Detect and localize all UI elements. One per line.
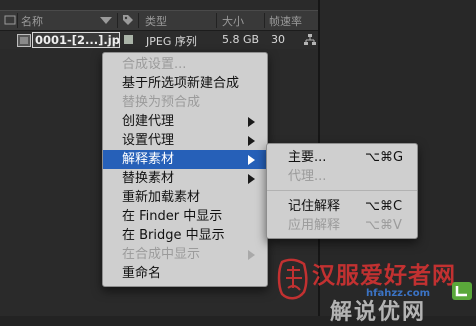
- footage-row[interactable]: 0001-[2...].jpg JPEG 序列 5.8 GB 30: [0, 31, 318, 49]
- menu-item-rename[interactable]: 重命名: [103, 264, 267, 283]
- menu-item-reload-footage[interactable]: 重新加载素材: [103, 188, 267, 207]
- menu-item-label: 在 Finder 中显示: [122, 209, 223, 224]
- submenu-arrow-icon: [248, 136, 255, 146]
- shortcut-label: ⌥⌘C: [365, 199, 403, 214]
- column-header-bar: 名称 类型 大小 帧速率: [0, 10, 318, 31]
- submenu-item-label: 应用解释: [288, 218, 341, 233]
- column-name-header[interactable]: 名称: [21, 13, 43, 29]
- column-separator: [117, 13, 118, 28]
- footage-fps: 30: [271, 33, 285, 46]
- menu-item-label: 重命名: [122, 266, 162, 281]
- label-column-icon[interactable]: [4, 15, 16, 25]
- context-menu: 合成设置... 基于所选项新建合成 替换为预合成 创建代理 设置代理 解释素材 …: [102, 52, 268, 287]
- menu-item-pre-compose[interactable]: 替换为预合成: [103, 93, 267, 112]
- submenu-item-main[interactable]: 主要... ⌥⌘G: [267, 148, 417, 167]
- menu-item-label: 替换为预合成: [122, 95, 201, 110]
- submenu-item-label: 记住解释: [288, 199, 341, 214]
- menu-item-label: 解释素材: [122, 152, 175, 167]
- submenu-item-label: 主要...: [288, 150, 327, 165]
- menu-item-set-proxy[interactable]: 设置代理: [103, 131, 267, 150]
- menu-item-create-proxy[interactable]: 创建代理: [103, 112, 267, 131]
- watermark-badge-icon: [452, 282, 472, 300]
- footage-name[interactable]: 0001-[2...].jpg: [32, 32, 120, 48]
- menu-divider: [267, 190, 417, 191]
- menu-item-label: 在 Bridge 中显示: [122, 228, 225, 243]
- menu-item-reveal-in-finder[interactable]: 在 Finder 中显示: [103, 207, 267, 226]
- menu-item-interpret-footage[interactable]: 解释素材: [103, 150, 267, 169]
- column-separator: [264, 13, 265, 28]
- menu-item-new-comp-from-selection[interactable]: 基于所选项新建合成: [103, 74, 267, 93]
- footage-type: JPEG 序列: [146, 35, 197, 48]
- menu-item-replace-footage[interactable]: 替换素材: [103, 169, 267, 188]
- menu-item-reveal-in-bridge[interactable]: 在 Bridge 中显示: [103, 226, 267, 245]
- watermark-url: hfahzz.com: [366, 288, 430, 299]
- menu-item-composition-settings[interactable]: 合成设置...: [103, 55, 267, 74]
- submenu-item-apply-interpretation[interactable]: 应用解释 ⌥⌘V: [267, 216, 417, 235]
- menu-item-label: 基于所选项新建合成: [122, 76, 240, 91]
- submenu-arrow-icon: [248, 117, 255, 127]
- column-fps-header[interactable]: 帧速率: [269, 13, 302, 29]
- shortcut-label: ⌥⌘V: [365, 218, 402, 233]
- column-separator: [216, 13, 217, 28]
- column-separator: [138, 13, 139, 28]
- submenu-item-proxy[interactable]: 代理...: [267, 167, 417, 186]
- submenu-arrow-icon: [248, 155, 255, 165]
- column-type-header[interactable]: 类型: [145, 13, 167, 29]
- menu-item-label: 合成设置...: [122, 57, 187, 72]
- submenu-item-remember-interpretation[interactable]: 记住解释 ⌥⌘C: [267, 197, 417, 216]
- label-color-swatch[interactable]: [124, 35, 133, 44]
- submenu-arrow-icon: [248, 250, 255, 260]
- footage-size: 5.8 GB: [222, 33, 260, 46]
- column-size-header[interactable]: 大小: [222, 13, 244, 29]
- interpret-footage-submenu: 主要... ⌥⌘G 代理... 记住解释 ⌥⌘C 应用解释 ⌥⌘V: [266, 143, 418, 239]
- footage-file-icon: [17, 34, 31, 47]
- menu-item-label: 替换素材: [122, 171, 175, 186]
- column-separator: [17, 13, 18, 28]
- menu-item-label: 在合成中显示: [122, 247, 201, 262]
- shortcut-label: ⌥⌘G: [365, 150, 404, 165]
- submenu-arrow-icon: [248, 174, 255, 184]
- tag-icon[interactable]: [122, 14, 134, 26]
- watermark-seal-logo: [277, 258, 308, 300]
- sort-descending-icon[interactable]: [100, 17, 112, 24]
- watermark-title: 汉服爱好者网: [312, 262, 456, 289]
- menu-item-reveal-in-composition[interactable]: 在合成中显示: [103, 245, 267, 264]
- submenu-item-label: 代理...: [288, 169, 327, 184]
- flowchart-icon[interactable]: [304, 34, 316, 46]
- menu-item-label: 设置代理: [122, 133, 175, 148]
- menu-item-label: 创建代理: [122, 114, 175, 129]
- menu-item-label: 重新加载素材: [122, 190, 201, 205]
